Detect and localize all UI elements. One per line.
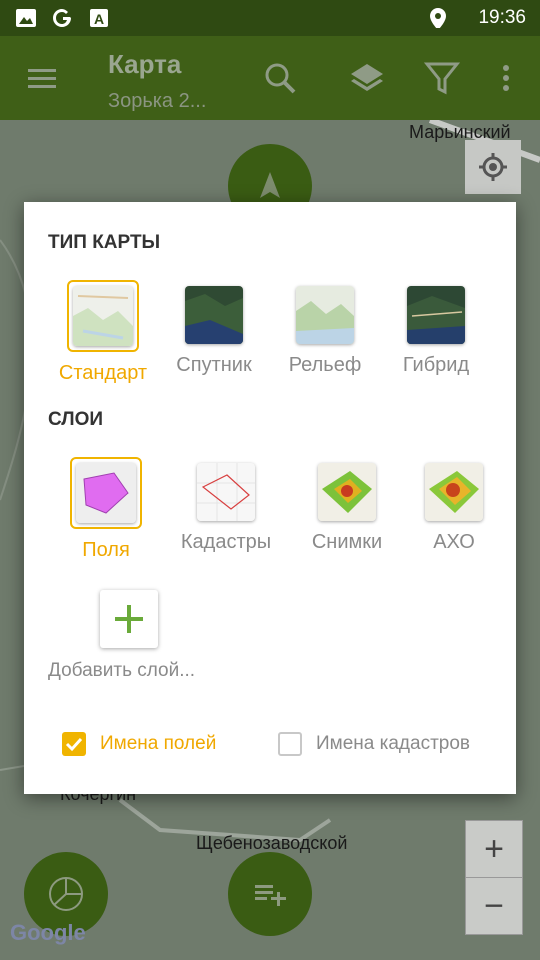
- layer-fields[interactable]: Поля: [51, 457, 161, 562]
- add-layer-label[interactable]: Добавить слой...: [48, 660, 195, 682]
- more-vert-icon[interactable]: [496, 60, 532, 96]
- playlist-add-icon: [255, 885, 286, 906]
- field-names-checkbox-row[interactable]: Имена полей: [62, 732, 216, 756]
- zoom-out-button[interactable]: −: [465, 877, 523, 935]
- aho-layer-thumbnail: [425, 463, 483, 521]
- field-names-label: Имена полей: [100, 733, 217, 754]
- map-type-label: Спутник: [176, 354, 252, 376]
- status-bar: A 19:36: [0, 0, 540, 36]
- map-type-dialog: ТИП КАРТЫ Стандарт Спутник Рельеф Гибрид…: [24, 202, 516, 794]
- my-location-icon: [479, 153, 507, 181]
- plus-icon: [115, 605, 143, 633]
- cadastres-layer-thumbnail: [197, 463, 255, 521]
- zoom-in-button[interactable]: +: [465, 820, 523, 878]
- map-type-standard[interactable]: Стандарт: [48, 280, 158, 385]
- cadastre-names-checkbox-row[interactable]: Имена кадастров: [278, 732, 470, 756]
- selection-frame: [67, 280, 139, 352]
- page-title: Карта: [108, 49, 182, 79]
- terrain-map-thumbnail: [296, 286, 354, 344]
- google-logo: Google: [10, 920, 86, 945]
- standard-map-thumbnail: [73, 286, 133, 346]
- layer-label: Поля: [82, 539, 130, 561]
- map-type-title: ТИП КАРТЫ: [48, 232, 161, 253]
- google-icon: [53, 9, 71, 27]
- cadastre-names-checkbox[interactable]: [278, 732, 302, 756]
- layer-cadastres[interactable]: Кадастры: [171, 463, 281, 554]
- map-type-label: Стандарт: [58, 362, 148, 384]
- selection-frame: [70, 457, 142, 529]
- map-type-label: Рельеф: [288, 354, 362, 376]
- layer-images[interactable]: Снимки: [292, 463, 402, 554]
- page-subtitle[interactable]: Зорька 2...: [108, 90, 206, 113]
- add-layer-button[interactable]: [100, 590, 158, 648]
- layer-label: АХО: [433, 531, 475, 553]
- font-app-icon: A: [90, 9, 108, 27]
- app-bar: Карта Зорька 2...: [0, 36, 540, 120]
- clock: 19:36: [478, 7, 526, 28]
- layers-icon[interactable]: [348, 60, 384, 96]
- svg-text:A: A: [94, 11, 104, 27]
- hybrid-map-thumbnail: [407, 286, 465, 344]
- filter-icon[interactable]: [424, 60, 460, 96]
- menu-icon[interactable]: [24, 60, 60, 96]
- zoom-out-label: −: [484, 887, 504, 925]
- checkmark-icon: [65, 737, 83, 752]
- location-pin-icon: [430, 8, 446, 28]
- layers-title: СЛОИ: [48, 409, 104, 430]
- map-label-shchebenozavodskoy: Щебенозаводской: [196, 833, 348, 853]
- image-icon: [16, 9, 36, 27]
- map-type-terrain[interactable]: Рельеф: [270, 286, 380, 377]
- field-names-checkbox[interactable]: [62, 732, 86, 756]
- images-layer-thumbnail: [318, 463, 376, 521]
- search-icon[interactable]: [262, 60, 298, 96]
- layer-label: Снимки: [311, 531, 383, 553]
- layer-aho[interactable]: АХО: [399, 463, 509, 554]
- layer-label: Кадастры: [180, 531, 272, 553]
- zoom-in-label: +: [484, 830, 504, 868]
- add-to-list-fab[interactable]: [228, 852, 312, 936]
- fields-layer-thumbnail: [76, 463, 136, 523]
- cadastre-names-label: Имена кадастров: [316, 733, 471, 754]
- map-type-label: Гибрид: [402, 354, 470, 376]
- map-type-hybrid[interactable]: Гибрид: [381, 286, 491, 377]
- my-location-button[interactable]: [465, 140, 521, 194]
- satellite-map-thumbnail: [185, 286, 243, 344]
- map-type-satellite[interactable]: Спутник: [159, 286, 269, 377]
